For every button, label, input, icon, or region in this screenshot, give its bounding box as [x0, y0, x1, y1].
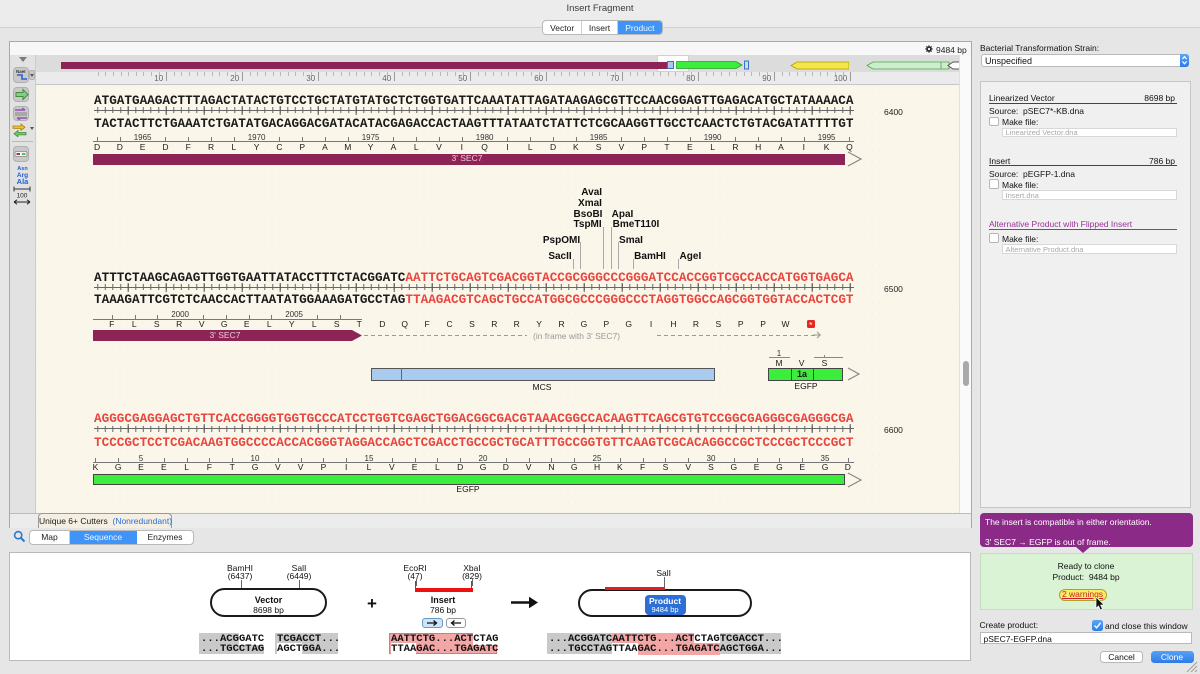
- svg-text:NaeI: NaeI: [16, 69, 26, 74]
- svg-text:100: 100: [17, 193, 28, 200]
